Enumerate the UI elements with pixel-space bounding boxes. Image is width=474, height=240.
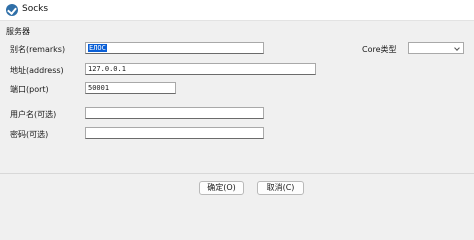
- port-label: 端口(port): [10, 85, 49, 94]
- username-input[interactable]: [85, 107, 264, 119]
- username-label: 用户名(可选): [10, 110, 57, 119]
- window-title: Socks: [22, 4, 49, 14]
- remarks-input-selected-text: ЕЛОС: [88, 44, 107, 52]
- chevron-down-icon: [454, 45, 460, 51]
- password-label: 密码(可选): [10, 130, 49, 139]
- remarks-input[interactable]: ЕЛОС: [85, 42, 264, 54]
- password-input[interactable]: [85, 127, 264, 139]
- address-label: 地址(address): [10, 66, 64, 75]
- cancel-button[interactable]: 取消(C): [257, 181, 304, 195]
- ok-button[interactable]: 确定(O): [199, 181, 244, 195]
- remarks-label: 别名(remarks): [10, 45, 66, 54]
- port-input[interactable]: 50001: [85, 82, 176, 94]
- server-group-label: 服务器: [6, 27, 30, 36]
- app-logo-icon: [6, 4, 18, 16]
- socks-dialog: Socks 服务器 别名(remarks) ЕЛОС Core类型 地址(add…: [0, 0, 474, 209]
- button-bar-divider: [0, 173, 474, 174]
- core-type-label: Core类型: [362, 45, 397, 54]
- address-input[interactable]: 127.0.0.1: [85, 63, 316, 75]
- title-bar: Socks: [0, 0, 474, 21]
- core-type-select[interactable]: [408, 42, 464, 54]
